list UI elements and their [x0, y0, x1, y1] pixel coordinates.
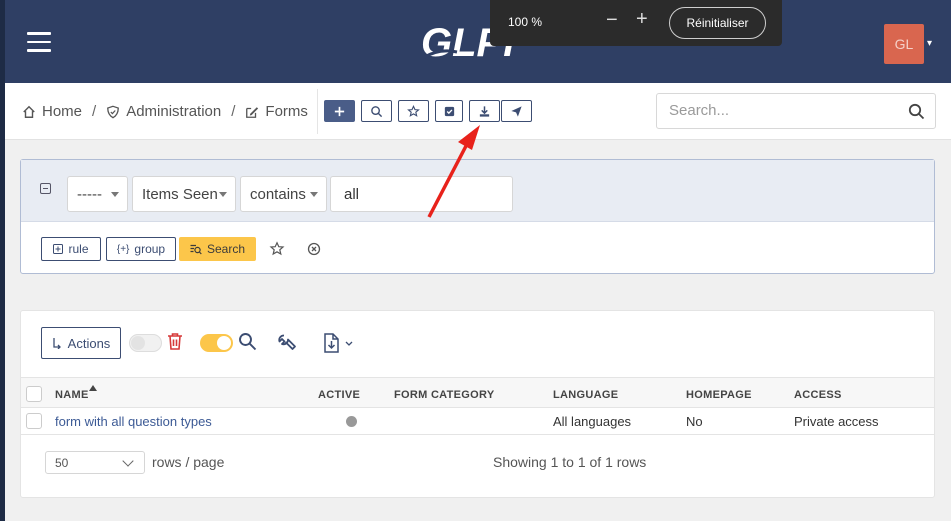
page-header: Home / Administration / Forms	[5, 83, 951, 140]
chevron-down-icon[interactable]	[345, 341, 353, 347]
row-checkbox[interactable]	[26, 413, 42, 429]
user-avatar[interactable]: GL	[884, 24, 924, 64]
zoom-out-button[interactable]: −	[606, 9, 618, 32]
rows-per-page-label: rows / page	[152, 454, 225, 470]
add-group-button[interactable]: {+} group	[106, 237, 176, 261]
caret-down-icon	[219, 192, 227, 197]
zoom-in-button[interactable]: +	[636, 8, 648, 31]
caret-down-icon	[111, 192, 119, 197]
search-icon[interactable]	[238, 332, 257, 351]
search-mode-toggle[interactable]	[200, 334, 233, 352]
column-access-header[interactable]: ACCESS	[794, 389, 842, 401]
top-navbar: GLPI GL ▾	[5, 0, 951, 83]
massive-actions-button[interactable]	[435, 100, 463, 122]
breadcrumb-home[interactable]: Home	[42, 103, 82, 120]
breadcrumb-forms[interactable]: Forms	[265, 103, 308, 120]
corner-arrow-icon	[53, 338, 61, 349]
export-button[interactable]	[469, 100, 500, 122]
add-rule-button[interactable]: rule	[41, 237, 101, 261]
operator-value: contains	[250, 185, 306, 203]
zoom-level: 100 %	[508, 15, 543, 29]
shield-icon	[107, 105, 120, 118]
criteria-value-input[interactable]: all	[330, 176, 513, 212]
pagination-summary: Showing 1 to 1 of 1 rows	[493, 454, 647, 470]
inactive-status-dot	[346, 416, 357, 427]
language-cell: All languages	[553, 414, 632, 429]
column-language-header[interactable]: LANGUAGE	[553, 389, 618, 401]
chevron-down-icon[interactable]: ▾	[927, 38, 932, 49]
breadcrumb-administration[interactable]: Administration	[126, 103, 221, 120]
search-icon	[371, 105, 383, 117]
search-icon[interactable]	[908, 103, 925, 120]
global-search[interactable]	[656, 93, 936, 129]
send-button[interactable]	[501, 100, 532, 122]
access-cell: Private access	[794, 414, 879, 429]
edit-icon	[246, 106, 259, 118]
breadcrumb: Home / Administration / Forms	[22, 103, 308, 120]
remove-criteria-icon[interactable]	[40, 183, 51, 194]
homepage-cell: No	[686, 414, 703, 429]
actions-button[interactable]: Actions	[41, 327, 121, 359]
saved-searches-button[interactable]	[398, 100, 429, 122]
chevron-down-icon	[122, 455, 134, 467]
table-header: NAME ACTIVE FORM CATEGORY LANGUAGE HOMEP…	[21, 377, 934, 408]
rule-label: rule	[68, 242, 89, 256]
search-criteria-panel: ----- Items Seen contains all rule {+} g…	[20, 159, 935, 274]
breadcrumb-separator: /	[92, 103, 97, 120]
star-icon[interactable]	[269, 241, 285, 257]
sort-ascending-icon	[89, 385, 97, 391]
results-card: Actions NAME ACTIVE FORM CATEGORY LANGUA…	[20, 310, 935, 498]
column-active-header[interactable]: ACTIVE	[318, 389, 360, 401]
filter-search-icon	[190, 244, 202, 254]
caret-down-icon	[310, 192, 318, 197]
criteria-row: ----- Items Seen contains all	[21, 160, 934, 222]
rows-per-page-value: 50	[55, 455, 69, 470]
field-value: Items Seen	[142, 185, 218, 203]
rows-per-page-select[interactable]: 50	[45, 451, 145, 474]
column-form-category-header[interactable]: FORM CATEGORY	[394, 389, 494, 401]
add-button[interactable]	[324, 100, 355, 122]
home-icon	[23, 105, 35, 118]
trash-icon[interactable]	[167, 332, 183, 350]
table-row[interactable]: form with all question types All languag…	[21, 408, 934, 435]
search-toggle-button[interactable]	[361, 100, 392, 122]
link-select[interactable]: -----	[67, 176, 128, 212]
search-button[interactable]: Search	[179, 237, 256, 261]
trash-toggle[interactable]	[129, 334, 162, 352]
field-select[interactable]: Items Seen	[132, 176, 236, 212]
form-name-link[interactable]: form with all question types	[55, 414, 212, 429]
column-name-header[interactable]: NAME	[55, 389, 89, 401]
plus-square-icon	[53, 244, 64, 254]
group-label: group	[134, 242, 166, 256]
select-all-checkbox[interactable]	[26, 386, 42, 402]
zoom-reset-button[interactable]: Réinitialiser	[669, 7, 766, 39]
reset-search-icon[interactable]	[306, 241, 322, 257]
menu-toggle-icon[interactable]	[27, 32, 51, 52]
brackets-icon: {+}	[116, 243, 130, 255]
send-icon	[511, 105, 522, 117]
column-homepage-header[interactable]: HOMEPAGE	[686, 389, 752, 401]
link-value: -----	[77, 185, 102, 203]
divider	[317, 89, 318, 134]
zoom-popup: 100 % − + Réinitialiser	[490, 0, 782, 46]
star-icon	[407, 104, 420, 117]
breadcrumb-separator: /	[231, 103, 236, 120]
plus-icon	[334, 106, 345, 116]
wrench-icon[interactable]	[276, 332, 297, 353]
check-square-icon	[444, 106, 454, 116]
operator-select[interactable]: contains	[240, 176, 327, 212]
download-icon	[479, 105, 490, 117]
search-input[interactable]	[669, 102, 889, 119]
export-file-icon[interactable]	[323, 333, 340, 353]
search-label: Search	[206, 242, 246, 256]
actions-label: Actions	[67, 335, 111, 351]
